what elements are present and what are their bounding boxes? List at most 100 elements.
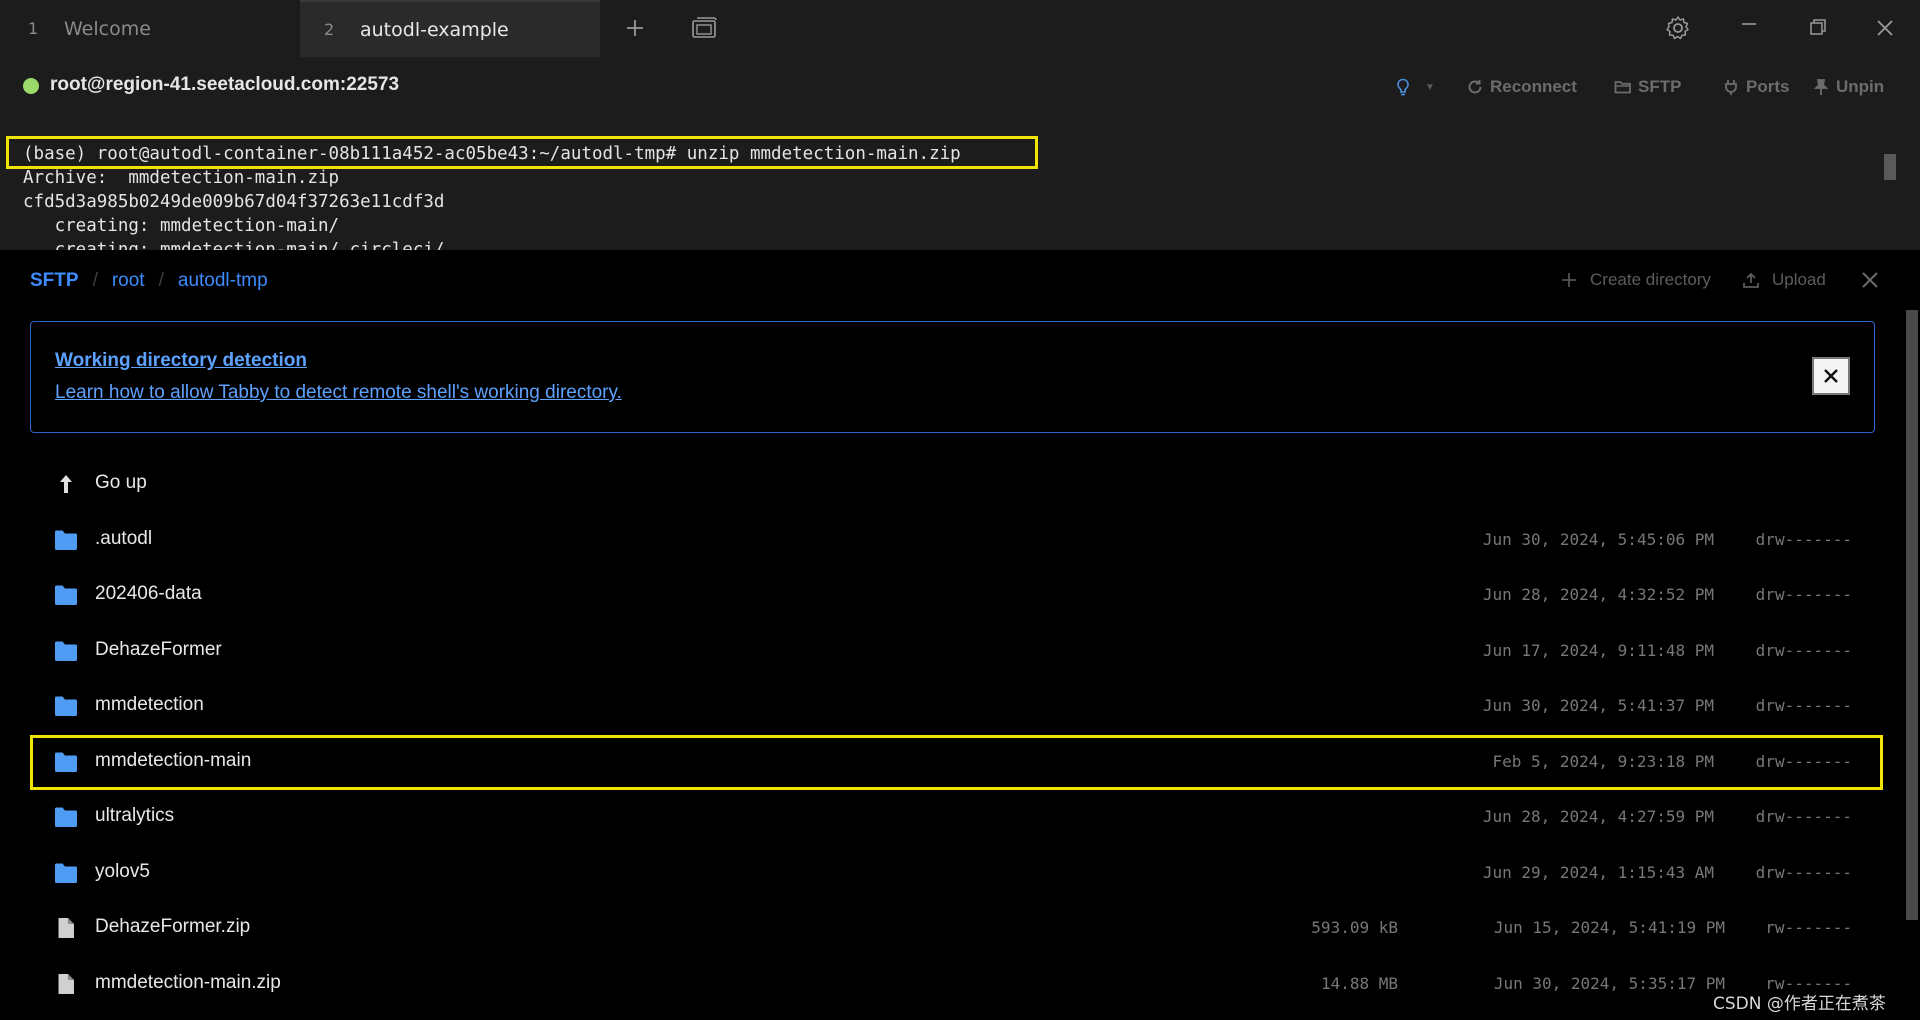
file-name: DehazeFormer: [95, 638, 222, 660]
tab-bar: 1 Welcome 2 autodl-example: [0, 0, 1920, 57]
file-size: 14.88 MB: [1320, 973, 1398, 993]
file-row[interactable]: mmdetection-main Feb 5, 2024, 9:23:18 PM d…: [30, 734, 1883, 791]
tab-autodl-example[interactable]: 2 autodl-example: [300, 0, 600, 57]
upload-button[interactable]: Upload: [1742, 270, 1826, 290]
breadcrumb-separator: /: [92, 270, 98, 291]
file-date: Jun 30, 2024, 5:41:37 PM: [1482, 696, 1714, 715]
file-permissions: drw-------: [1755, 529, 1852, 549]
breadcrumb: SFTP / root / autodl-tmp: [30, 270, 268, 292]
sftp-scrollbar[interactable]: [1906, 310, 1918, 920]
file-row[interactable]: mmdetection Jun 30, 2024, 5:41:37 PM drw--…: [30, 679, 1875, 735]
breadcrumb-root[interactable]: root: [112, 270, 145, 292]
sftp-panel: SFTP / root / autodl-tmp Create director…: [0, 250, 1920, 1020]
restore-icon[interactable]: [1804, 14, 1832, 42]
notice-title-link[interactable]: Working directory detection: [55, 350, 307, 372]
file-icon: [54, 917, 78, 939]
connection-header: root@region-41.seetacloud.com:22573 ▼ Re…: [0, 57, 1920, 117]
file-name: 202406-data: [95, 583, 202, 604]
refresh-icon: [1468, 80, 1482, 94]
ports-label: Ports: [1746, 77, 1790, 96]
file-date: Jun 28, 2024, 4:27:59 PM: [1482, 807, 1714, 826]
breadcrumb-sftp[interactable]: SFTP: [30, 270, 79, 292]
tab-number: 2: [324, 20, 335, 39]
plus-icon[interactable]: [621, 14, 649, 42]
tab-welcome[interactable]: 1 Welcome: [0, 0, 300, 57]
create-directory-label: Create directory: [1590, 270, 1711, 289]
terminal-output[interactable]: (base) root@autodl-container-08b111a452-…: [0, 117, 1920, 250]
sftp-label: SFTP: [1638, 77, 1682, 96]
sftp-button[interactable]: SFTP: [1614, 76, 1681, 98]
notice-help-link[interactable]: Learn how to allow Tabby to detect remot…: [55, 382, 622, 404]
close-icon[interactable]: [1871, 14, 1899, 42]
file-date: Jun 29, 2024, 1:15:43 AM: [1482, 862, 1714, 882]
folder-icon: [54, 862, 78, 884]
file-row[interactable]: DehazeFormer Jun 17, 2024, 9:11:48 PM drw-…: [30, 624, 1875, 680]
pin-icon: [1813, 79, 1829, 95]
file-permissions: drw-------: [1755, 807, 1852, 826]
file-list: Go up .autodl Jun 30, 2024, 5:45:06 PM drw…: [30, 457, 1883, 1013]
terminal-line: creating: mmdetection-main/: [23, 216, 340, 236]
tab-label: autodl-example: [360, 18, 509, 41]
unpin-label: Unpin: [1836, 77, 1885, 96]
file-date: Jun 15, 2024, 5:41:19 PM: [1493, 918, 1725, 937]
file-row[interactable]: 202406-data Jun 28, 2024, 4:32:52 PM drw--…: [30, 568, 1875, 624]
file-name: mmdetection: [95, 694, 204, 715]
file-name: mmdetection-main: [95, 749, 252, 771]
folder-icon: [54, 584, 78, 606]
create-directory-button[interactable]: Create directory: [1560, 270, 1711, 290]
notice-close-button[interactable]: [1812, 357, 1850, 395]
terminal-line: cfd5d3a985b0249de009b67d04f37263e11cdf3d: [23, 192, 445, 212]
file-row[interactable]: mmdetection-main.zip 14.88 MB Jun 30, 2024…: [30, 957, 1875, 1013]
window-icon[interactable]: [690, 14, 718, 42]
breadcrumb-separator: /: [158, 270, 164, 291]
file-name: mmdetection-main.zip: [95, 971, 281, 993]
file-name: .autodl: [95, 527, 153, 549]
working-directory-notice: Working directory detection Learn how to…: [30, 321, 1875, 433]
upload-label: Upload: [1772, 270, 1826, 289]
file-row[interactable]: DehazeFormer.zip 593.09 kB Jun 15, 2024, 5…: [30, 901, 1875, 957]
unpin-button[interactable]: Unpin: [1812, 76, 1884, 98]
tab-number: 1: [28, 19, 39, 38]
plus-icon: [1562, 273, 1576, 287]
folder-icon: [54, 640, 78, 662]
folder-icon: [54, 806, 78, 828]
reconnect-button[interactable]: Reconnect: [1466, 76, 1577, 98]
file-permissions: drw-------: [1755, 751, 1852, 771]
file-date: Feb 5, 2024, 9:23:18 PM: [1492, 751, 1714, 771]
file-date: Jun 17, 2024, 9:11:48 PM: [1482, 640, 1714, 660]
close-icon: [1824, 369, 1838, 383]
terminal-scrollbar[interactable]: [1884, 154, 1896, 180]
watermark: CSDN @作者正在煮茶: [1713, 994, 1886, 1014]
command-highlight-box: [6, 136, 1038, 169]
ports-button[interactable]: Ports: [1722, 76, 1789, 98]
file-permissions: drw-------: [1755, 585, 1852, 604]
file-name: DehazeFormer.zip: [95, 916, 251, 937]
breadcrumb-autodl-tmp[interactable]: autodl-tmp: [178, 270, 268, 292]
close-icon[interactable]: [1858, 268, 1882, 292]
gear-icon[interactable]: [1664, 14, 1692, 42]
file-size: 593.09 kB: [1311, 918, 1398, 937]
file-row[interactable]: yolov5 Jun 29, 2024, 1:15:43 AM drw-------: [30, 846, 1875, 902]
plug-icon: [1725, 80, 1737, 95]
file-date: Jun 30, 2024, 5:45:06 PM: [1482, 529, 1714, 549]
go-up-label: Go up: [95, 472, 147, 493]
file-permissions: rw-------: [1765, 918, 1852, 937]
file-permissions: drw-------: [1755, 640, 1852, 660]
folder-icon: [54, 529, 78, 551]
chevron-down-icon: ▼: [1425, 81, 1435, 93]
lightbulb-icon[interactable]: ▼: [1393, 76, 1435, 98]
file-permissions: drw-------: [1755, 696, 1852, 715]
file-row[interactable]: ultralytics Jun 28, 2024, 4:27:59 PM drw--…: [30, 790, 1875, 846]
upload-icon: [1743, 272, 1759, 288]
reconnect-label: Reconnect: [1490, 77, 1577, 96]
connection-title: root@region-41.seetacloud.com:22573: [50, 74, 400, 95]
level-up-icon: [54, 473, 78, 495]
file-row[interactable]: .autodl Jun 30, 2024, 5:45:06 PM drw------…: [30, 513, 1875, 569]
file-date: Jun 28, 2024, 4:32:52 PM: [1482, 585, 1714, 604]
go-up-row[interactable]: Go up: [30, 457, 1875, 513]
minimize-icon[interactable]: [1735, 14, 1763, 42]
terminal-line: Archive: mmdetection-main.zip: [23, 168, 340, 188]
folder-icon: [54, 751, 78, 773]
file-icon: [54, 973, 78, 995]
file-name: ultralytics: [95, 805, 175, 826]
